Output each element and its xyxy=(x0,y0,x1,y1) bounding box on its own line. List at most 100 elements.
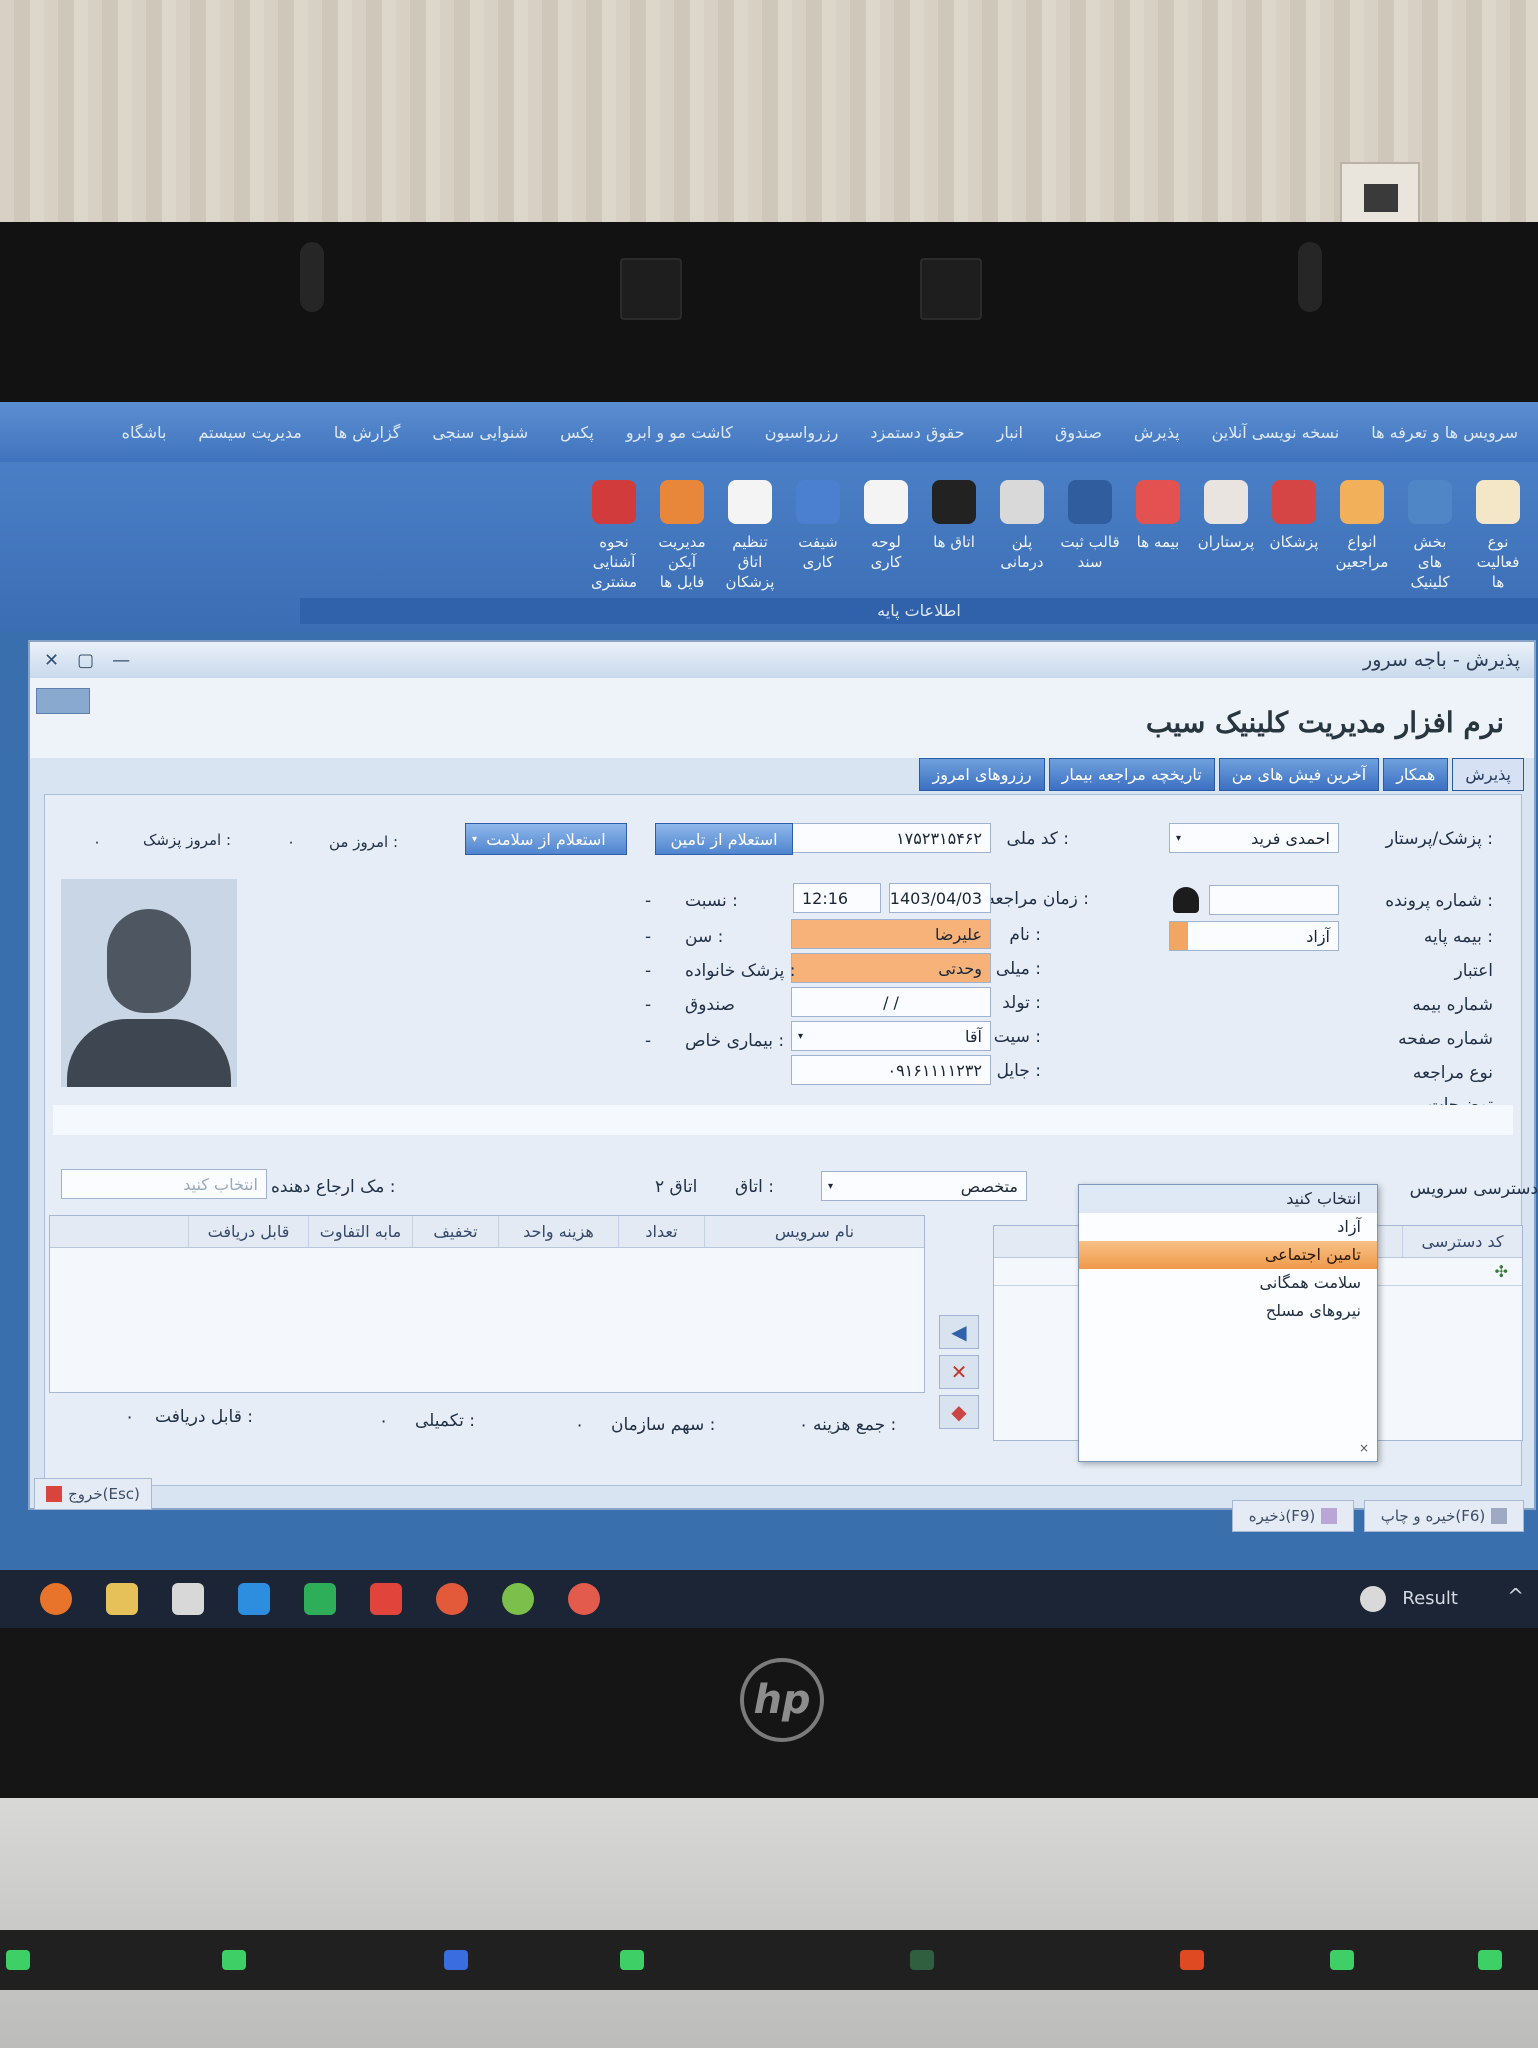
chevron-down-icon[interactable] xyxy=(1170,922,1188,950)
tab-my-receipts[interactable]: آخرین فیش های من xyxy=(1218,758,1380,791)
menu-item-12[interactable]: باشگاه xyxy=(122,423,167,442)
services-header-cell[interactable]: قابل دریافت xyxy=(188,1216,308,1247)
mobile-input[interactable]: ۰۹۱۶۱۱۱۱۲۳۲ xyxy=(791,1055,991,1085)
relation-label: نسبت : xyxy=(685,891,738,911)
minimize-icon[interactable]: — xyxy=(112,650,130,671)
spreadsheet-icon[interactable] xyxy=(304,1583,336,1615)
umbrella-icon xyxy=(1136,480,1180,524)
page-no-label: شماره صفحه xyxy=(1398,1029,1493,1049)
result-app-icon[interactable] xyxy=(1360,1586,1386,1612)
menu-item-4[interactable]: انبار xyxy=(997,423,1023,442)
dropdown-option[interactable]: انتخاب کنید xyxy=(1079,1185,1377,1213)
dropdown-option[interactable]: نیروهای مسلح xyxy=(1079,1297,1377,1325)
add-service-button[interactable]: ◀ xyxy=(939,1315,979,1349)
special-disease-label: بیماری خاص : xyxy=(685,1031,785,1051)
tab-patient-history[interactable]: تاریخچه مراجعه بیمار xyxy=(1048,758,1215,791)
services-header-cell[interactable]: تعداد xyxy=(618,1216,704,1247)
tab-reception[interactable]: پذیرش xyxy=(1452,758,1524,791)
menu-item-0[interactable]: سرویس ها و تعرفه ها xyxy=(1371,423,1518,442)
special-disease-value: - xyxy=(645,1031,652,1051)
family-name-input[interactable]: وحدتی xyxy=(791,953,991,983)
shift-icon xyxy=(796,480,840,524)
save-button[interactable]: ذخیره(F9) xyxy=(1232,1500,1354,1532)
tab-today-reservations[interactable]: رزروهای امروز xyxy=(919,758,1045,791)
file-explorer-icon[interactable] xyxy=(106,1583,138,1615)
services-table[interactable]: نام سرویس تعداد هزینه واحد تخفیف مابه التفاو… xyxy=(49,1215,925,1393)
services-header-cell[interactable]: مابه التفاوت xyxy=(308,1216,412,1247)
gender-value: آقا xyxy=(965,1026,982,1046)
exit-label: خروج(Esc) xyxy=(68,1485,140,1503)
app-red-icon[interactable] xyxy=(436,1583,468,1615)
person-icon[interactable] xyxy=(1173,887,1199,913)
camera-left xyxy=(620,258,682,320)
clipboard-icon xyxy=(1476,480,1520,524)
dropdown-option[interactable]: تامین اجتماعی xyxy=(1079,1241,1377,1269)
menu-item-2[interactable]: پذیرش xyxy=(1134,423,1180,442)
menu-item-7[interactable]: کاشت مو و ابرو xyxy=(626,423,733,442)
visit-date-input[interactable]: 1403/04/03 xyxy=(889,883,991,913)
referrer-label: مک ارجاع دهنده : xyxy=(271,1177,396,1197)
taskbar-result-label[interactable]: Result xyxy=(1402,1588,1458,1609)
gender-select[interactable]: آقا ▾ xyxy=(791,1021,991,1051)
services-header-cell[interactable]: هزینه واحد xyxy=(498,1216,618,1247)
mobile-label: جایل : xyxy=(996,1061,1041,1081)
doctor-select[interactable]: احمدی فرید ▾ xyxy=(1169,823,1339,853)
firefox-icon[interactable] xyxy=(40,1583,72,1615)
birth-date-input[interactable]: / / xyxy=(791,987,991,1017)
menu-item-5[interactable]: حقوق دستمزد xyxy=(870,423,964,442)
save-print-button[interactable]: خیره و چاپ(F6) xyxy=(1364,1500,1524,1532)
dropdown-option[interactable]: آزاد xyxy=(1079,1213,1377,1241)
close-icon[interactable]: × xyxy=(1359,1441,1369,1455)
maximize-icon[interactable]: ▢ xyxy=(77,650,94,671)
menu-item-3[interactable]: صندوق xyxy=(1055,423,1102,442)
dropdown-option[interactable]: سلامت همگانی xyxy=(1079,1269,1377,1297)
national-id-label: کد ملی : xyxy=(1006,829,1069,849)
exit-button[interactable]: خروج(Esc) xyxy=(34,1478,152,1510)
chevron-up-icon[interactable]: ^ xyxy=(1507,1584,1524,1608)
base-insurance-select[interactable]: آزاد xyxy=(1169,921,1339,951)
apple-app-icon[interactable] xyxy=(502,1583,534,1615)
avatar-body-icon xyxy=(67,1019,231,1087)
inquiry-salamat-button[interactable]: استعلام از سلامت ▾ xyxy=(465,823,627,855)
window-title: پذیرش - باجه سرور xyxy=(1363,649,1520,671)
filter-icon[interactable]: ✣ xyxy=(1495,1262,1508,1281)
form-icon xyxy=(1068,480,1112,524)
credit-label: اعتبار xyxy=(1454,961,1493,981)
first-name-input[interactable]: علیرضا xyxy=(791,919,991,949)
national-id-input[interactable]: ۱۷۵۲۳۱۵۴۶۲ xyxy=(791,823,991,853)
specialty-select[interactable]: متخصص ▾ xyxy=(821,1171,1027,1201)
ribbon-button-label: نحوه آشنایی مشتری xyxy=(591,533,637,591)
referrer-select[interactable]: انتخاب کنید xyxy=(61,1169,267,1199)
base-insurance-value: آزاد xyxy=(1306,926,1330,946)
patient-photo[interactable] xyxy=(61,879,237,1087)
tab-colleague[interactable]: همکار xyxy=(1383,758,1449,791)
menu-item-9[interactable]: شنوایی سنجی xyxy=(432,423,528,442)
close-icon[interactable]: ✕ xyxy=(44,650,59,671)
file-no-input[interactable] xyxy=(1209,885,1339,915)
menu-item-6[interactable]: رزرواسیون xyxy=(765,423,839,442)
ribbon-button-label: قالب ثبت سند xyxy=(1060,533,1120,571)
store-icon[interactable] xyxy=(172,1583,204,1615)
menu-item-11[interactable]: مدیریت سیستم xyxy=(198,423,301,442)
ribbon-button-label: پزشکان xyxy=(1269,533,1319,551)
menu-item-1[interactable]: نسخه نویسی آنلاین xyxy=(1212,423,1340,442)
anydesk-icon[interactable] xyxy=(370,1583,402,1615)
inquiry-tamin-button[interactable]: استعلام از تامین xyxy=(655,823,793,855)
sum-cost-label: جمع هزینه : xyxy=(813,1415,897,1435)
services-header-cell[interactable]: تخفیف xyxy=(412,1216,498,1247)
insurance-dropdown-list[interactable]: انتخاب کنید آزاد تامین اجتماعی سلامت همگانی… xyxy=(1078,1184,1378,1462)
tab-strip: پذیرش همکار آخرین فیش های من تاریخچه مرا… xyxy=(919,758,1524,791)
family-label: میلی : xyxy=(995,959,1041,979)
nav-arrows-icon[interactable] xyxy=(36,688,90,714)
chrome-icon[interactable] xyxy=(568,1583,600,1615)
ribbon-button-label: اتاق ها xyxy=(933,533,975,551)
clear-services-button[interactable]: ◆ xyxy=(939,1395,979,1429)
menu-item-8[interactable]: پکس xyxy=(560,423,594,442)
fund-value: - xyxy=(645,995,652,1015)
services-header-cell[interactable]: نام سرویس xyxy=(704,1216,924,1247)
visit-clock-input[interactable]: 12:16 xyxy=(793,883,881,913)
menu-item-10[interactable]: گزارش ها xyxy=(334,423,401,442)
mail-icon[interactable] xyxy=(238,1583,270,1615)
remove-service-button[interactable]: ✕ xyxy=(939,1355,979,1389)
access-header-cell[interactable]: کد دسترسی xyxy=(1402,1226,1522,1257)
